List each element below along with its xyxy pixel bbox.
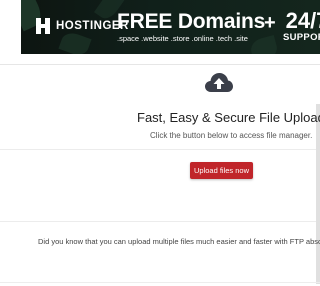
upload-subtitle: Click the button below to access file ma…	[150, 131, 313, 140]
support-offer: 24/7 SUPPORT	[283, 9, 320, 43]
cloud-upload-icon	[205, 73, 233, 92]
divider	[0, 221, 316, 222]
card-border	[0, 64, 320, 65]
support-label: SUPPORT	[283, 32, 320, 43]
scrollbar-track[interactable]	[316, 104, 320, 284]
upload-files-button[interactable]: Upload files now	[190, 162, 253, 179]
tld-list: .space .website .store .online .tech .si…	[117, 34, 248, 43]
hostinger-ad-banner[interactable]: HOSTINGER FREE Domains .space .website .…	[21, 0, 320, 54]
plus-sign: +	[264, 12, 276, 34]
ftp-tip-text: Did you know that you can upload multipl…	[38, 237, 320, 246]
divider	[0, 149, 316, 150]
upload-card	[0, 64, 320, 286]
support-hours: 24/7	[285, 8, 320, 33]
headline: FREE Domains	[117, 10, 266, 33]
hostinger-h-icon	[35, 18, 51, 34]
divider	[0, 282, 320, 283]
hostinger-logo: HOSTINGER	[35, 18, 129, 34]
upload-title: Fast, Easy & Secure File Upload	[137, 110, 320, 125]
free-domains-offer: FREE Domains .space .website .store .onl…	[117, 10, 266, 44]
